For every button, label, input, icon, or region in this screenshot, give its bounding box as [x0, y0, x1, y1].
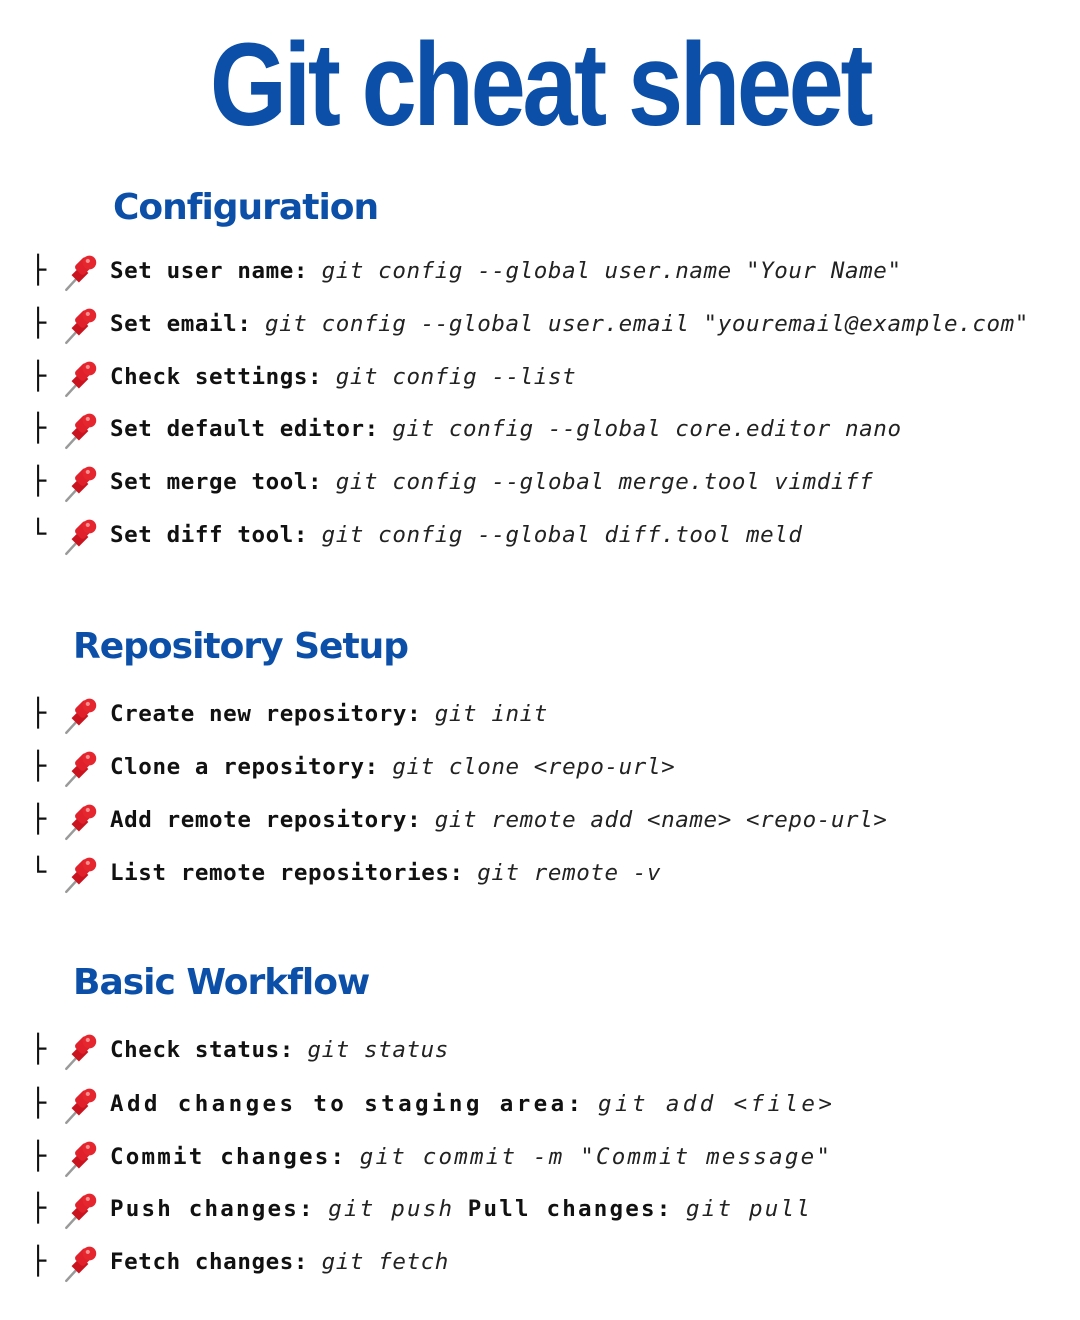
tree-branch: ├ [30, 1193, 47, 1224]
item-label: Add remote repository: [110, 807, 422, 833]
list-item: ├ Set email: git config --global user.em… [0, 301, 1080, 354]
git-command: git config --list [335, 364, 577, 390]
pushpin-icon [65, 255, 97, 292]
pushpin-icon [65, 698, 97, 735]
list-item: ├ Fetch changes: git fetch [0, 1239, 1080, 1292]
git-command: git init [434, 701, 548, 727]
list-item: ├ Set user name: git config --global use… [0, 248, 1080, 301]
pushpin-icon [65, 1141, 97, 1178]
list-item: ├ Commit changes: git commit -m "Commit … [0, 1134, 1080, 1187]
tree-branch: ├ [30, 308, 47, 339]
git-command: git config --global core.editor nano [392, 416, 902, 442]
list-item: ├ Check status: git status [0, 1027, 1080, 1080]
tree-branch: ├ [30, 413, 47, 444]
tree-branch: └ [30, 857, 47, 888]
item-label: Check settings: [110, 364, 323, 390]
pushpin-icon [65, 413, 97, 450]
list-item: ├ Set default editor: git config --globa… [0, 406, 1080, 459]
list-item: ├ Add changes to staging area: git add <… [0, 1081, 1080, 1134]
pushpin-icon [65, 519, 97, 556]
list-item: └ Set diff tool: git config --global dif… [0, 512, 1080, 565]
item-label: Push changes: [110, 1196, 315, 1222]
pushpin-icon [65, 751, 97, 788]
tree-branch: ├ [30, 1088, 47, 1119]
item-label: Fetch changes: [110, 1249, 309, 1275]
git-command: git config --global user.email "youremai… [265, 311, 1029, 337]
pushpin-icon [65, 804, 97, 841]
tree-branch: ├ [30, 466, 47, 497]
tree-branch: ├ [30, 1034, 47, 1065]
list-item: ├ Push changes: git push Pull changes: g… [0, 1186, 1080, 1239]
list-item: └ List remote repositories: git remote -… [0, 850, 1080, 903]
section-heading-configuration: Configuration [113, 187, 379, 228]
item-label: Set user name: [110, 258, 309, 284]
tree-branch: ├ [30, 1246, 47, 1277]
git-command: git remote -v [477, 860, 662, 886]
pushpin-icon [65, 1088, 97, 1125]
item-label: Add changes to staging area: [110, 1091, 585, 1117]
item-label: Set merge tool: [110, 469, 323, 495]
item-label: Set email: [110, 311, 252, 337]
tree-branch: └ [30, 519, 47, 550]
git-command: git push [328, 1196, 455, 1222]
list-item: ├ Add remote repository: git remote add … [0, 797, 1080, 850]
item-label: Clone a repository: [110, 754, 379, 780]
item-label: Set default editor: [110, 416, 379, 442]
git-command: git fetch [321, 1249, 449, 1275]
tree-branch: ├ [30, 361, 47, 392]
pushpin-icon [65, 1034, 97, 1071]
section-heading-basic-workflow: Basic Workflow [73, 962, 370, 1003]
tree-branch: ├ [30, 255, 47, 286]
git-command: git remote add <name> <repo-url> [434, 807, 888, 833]
list-item: ├ Check settings: git config --list [0, 354, 1080, 407]
pushpin-icon [65, 857, 97, 894]
pushpin-icon [65, 1193, 97, 1230]
tree-branch: ├ [30, 1141, 47, 1172]
item-label: Set diff tool: [110, 522, 309, 548]
item-label: List remote repositories: [110, 860, 464, 886]
git-command: git clone <repo-url> [392, 754, 676, 780]
pushpin-icon [65, 308, 97, 345]
git-command: git commit -m "Commit message" [359, 1144, 833, 1170]
git-command: git config --global user.name "Your Name… [321, 258, 902, 284]
pushpin-icon [65, 1246, 97, 1283]
page-title: Git cheat sheet [209, 19, 874, 151]
pushpin-icon [65, 466, 97, 503]
list-item: ├ Clone a repository: git clone <repo-ur… [0, 744, 1080, 797]
list-item: ├ Set merge tool: git config --global me… [0, 459, 1080, 512]
git-command: git config --global merge.tool vimdiff [335, 469, 874, 495]
section-heading-repository-setup: Repository Setup [73, 626, 409, 667]
item-label: Commit changes: [110, 1144, 347, 1170]
git-command: git status [307, 1037, 449, 1063]
git-command: git add <file> [598, 1091, 836, 1117]
list-item: ├ Create new repository: git init [0, 691, 1080, 744]
pushpin-icon [65, 361, 97, 398]
git-command: git config --global diff.tool meld [321, 522, 803, 548]
tree-branch: ├ [30, 804, 47, 835]
item-label: Create new repository: [110, 701, 422, 727]
tree-branch: ├ [30, 751, 47, 782]
item-label: Check status: [110, 1037, 294, 1063]
tree-branch: ├ [30, 698, 47, 729]
git-command-secondary: git pull [686, 1196, 813, 1222]
item-label-secondary: Pull changes: [467, 1196, 673, 1222]
